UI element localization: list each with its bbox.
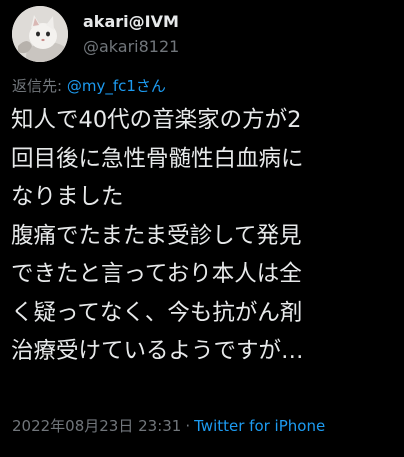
tweet-text-line: できたと言っており本人は全 xyxy=(11,261,302,287)
tweet-source-link[interactable]: Twitter for iPhone xyxy=(194,417,325,435)
tweet-text-line: 腹痛でたまたま受診して発見 xyxy=(11,222,302,249)
avatar[interactable] xyxy=(12,6,68,62)
user-handle[interactable]: @akari8121 xyxy=(83,36,179,58)
tweet-timestamp[interactable]: 2022年08月23日 23:31 xyxy=(12,417,181,435)
tweet-card: akari@IVM @akari8121 返信先: @my_fc1さん 知人で4… xyxy=(0,0,404,457)
tweet-text: 知人で40代の音楽家の方が2 回目後に急性骨髄性白血病に なりました 腹痛でたま… xyxy=(11,101,399,371)
reply-mention-link[interactable]: @my_fc1さん xyxy=(67,77,166,95)
cat-avatar-icon xyxy=(12,6,68,62)
tweet-text-line: く疑ってなく、今も抗がん剤 xyxy=(11,299,303,326)
meta-separator: · xyxy=(185,417,191,435)
tweet-text-line: 回目後に急性骨髄性白血病に xyxy=(11,145,304,172)
tweet-header: akari@IVM @akari8121 xyxy=(12,6,179,62)
reply-prefix: 返信先: xyxy=(12,77,63,95)
user-names: akari@IVM @akari8121 xyxy=(83,11,179,58)
tweet-text-line: なりました xyxy=(11,184,124,210)
display-name[interactable]: akari@IVM xyxy=(83,11,179,32)
tweet-text-line: 治療受けているようですが… xyxy=(11,338,304,364)
tweet-meta: 2022年08月23日 23:31 · Twitter for iPhone xyxy=(12,416,325,436)
tweet-text-line: 知人で40代の音楽家の方が2 xyxy=(11,107,302,133)
reply-to-line: 返信先: @my_fc1さん xyxy=(12,76,166,96)
